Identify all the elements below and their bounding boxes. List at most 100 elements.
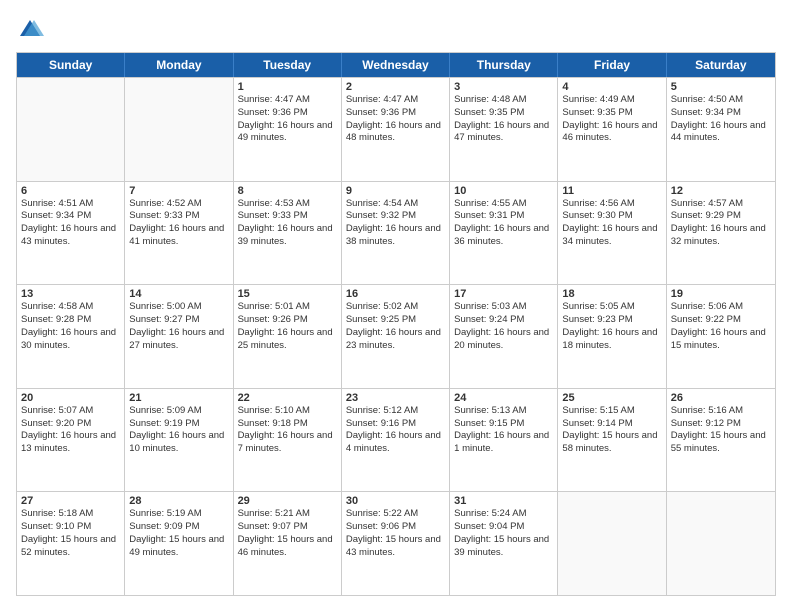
sunrise-line: Sunrise: 4:56 AM <box>562 198 661 211</box>
sunset-line: Sunset: 9:18 PM <box>238 418 337 431</box>
day-number: 14 <box>129 288 228 300</box>
sunset-line: Sunset: 9:16 PM <box>346 418 445 431</box>
calendar-header: SundayMondayTuesdayWednesdayThursdayFrid… <box>17 53 775 77</box>
sunrise-line: Sunrise: 4:57 AM <box>671 198 771 211</box>
calendar-row: 20Sunrise: 5:07 AMSunset: 9:20 PMDayligh… <box>17 388 775 492</box>
calendar-cell: 22Sunrise: 5:10 AMSunset: 9:18 PMDayligh… <box>234 389 342 492</box>
day-number: 24 <box>454 392 553 404</box>
daylight-line: Daylight: 16 hours and 46 minutes. <box>562 120 661 146</box>
sunrise-line: Sunrise: 5:21 AM <box>238 508 337 521</box>
daylight-line: Daylight: 16 hours and 38 minutes. <box>346 223 445 249</box>
header-day: Friday <box>558 53 666 77</box>
header-day: Sunday <box>17 53 125 77</box>
calendar-cell: 1Sunrise: 4:47 AMSunset: 9:36 PMDaylight… <box>234 78 342 181</box>
sunrise-line: Sunrise: 5:22 AM <box>346 508 445 521</box>
daylight-line: Daylight: 16 hours and 4 minutes. <box>346 430 445 456</box>
daylight-line: Daylight: 16 hours and 15 minutes. <box>671 327 771 353</box>
header-day: Monday <box>125 53 233 77</box>
daylight-line: Daylight: 16 hours and 47 minutes. <box>454 120 553 146</box>
sunrise-line: Sunrise: 4:58 AM <box>21 301 120 314</box>
sunset-line: Sunset: 9:22 PM <box>671 314 771 327</box>
day-number: 23 <box>346 392 445 404</box>
sunset-line: Sunset: 9:23 PM <box>562 314 661 327</box>
sunrise-line: Sunrise: 5:01 AM <box>238 301 337 314</box>
day-number: 22 <box>238 392 337 404</box>
calendar: SundayMondayTuesdayWednesdayThursdayFrid… <box>16 52 776 596</box>
sunset-line: Sunset: 9:36 PM <box>346 107 445 120</box>
sunset-line: Sunset: 9:06 PM <box>346 521 445 534</box>
sunrise-line: Sunrise: 4:55 AM <box>454 198 553 211</box>
sunrise-line: Sunrise: 5:13 AM <box>454 405 553 418</box>
day-number: 16 <box>346 288 445 300</box>
daylight-line: Daylight: 16 hours and 7 minutes. <box>238 430 337 456</box>
calendar-cell <box>125 78 233 181</box>
sunrise-line: Sunrise: 4:47 AM <box>238 94 337 107</box>
header-day: Thursday <box>450 53 558 77</box>
calendar-cell: 16Sunrise: 5:02 AMSunset: 9:25 PMDayligh… <box>342 285 450 388</box>
calendar-cell: 31Sunrise: 5:24 AMSunset: 9:04 PMDayligh… <box>450 492 558 595</box>
sunrise-line: Sunrise: 5:02 AM <box>346 301 445 314</box>
sunset-line: Sunset: 9:35 PM <box>562 107 661 120</box>
sunset-line: Sunset: 9:28 PM <box>21 314 120 327</box>
sunrise-line: Sunrise: 5:18 AM <box>21 508 120 521</box>
calendar-cell: 23Sunrise: 5:12 AMSunset: 9:16 PMDayligh… <box>342 389 450 492</box>
day-number: 31 <box>454 495 553 507</box>
calendar-body: 1Sunrise: 4:47 AMSunset: 9:36 PMDaylight… <box>17 77 775 595</box>
daylight-line: Daylight: 15 hours and 46 minutes. <box>238 534 337 560</box>
calendar-cell: 19Sunrise: 5:06 AMSunset: 9:22 PMDayligh… <box>667 285 775 388</box>
daylight-line: Daylight: 16 hours and 20 minutes. <box>454 327 553 353</box>
calendar-row: 13Sunrise: 4:58 AMSunset: 9:28 PMDayligh… <box>17 284 775 388</box>
calendar-row: 6Sunrise: 4:51 AMSunset: 9:34 PMDaylight… <box>17 181 775 285</box>
calendar-cell: 4Sunrise: 4:49 AMSunset: 9:35 PMDaylight… <box>558 78 666 181</box>
day-number: 25 <box>562 392 661 404</box>
sunset-line: Sunset: 9:31 PM <box>454 210 553 223</box>
sunset-line: Sunset: 9:32 PM <box>346 210 445 223</box>
sunrise-line: Sunrise: 4:50 AM <box>671 94 771 107</box>
sunrise-line: Sunrise: 4:54 AM <box>346 198 445 211</box>
daylight-line: Daylight: 16 hours and 18 minutes. <box>562 327 661 353</box>
sunrise-line: Sunrise: 5:24 AM <box>454 508 553 521</box>
sunrise-line: Sunrise: 4:52 AM <box>129 198 228 211</box>
sunset-line: Sunset: 9:35 PM <box>454 107 553 120</box>
day-number: 15 <box>238 288 337 300</box>
day-number: 1 <box>238 81 337 93</box>
daylight-line: Daylight: 16 hours and 10 minutes. <box>129 430 228 456</box>
daylight-line: Daylight: 16 hours and 44 minutes. <box>671 120 771 146</box>
sunrise-line: Sunrise: 4:47 AM <box>346 94 445 107</box>
day-number: 10 <box>454 185 553 197</box>
header-day: Saturday <box>667 53 775 77</box>
sunset-line: Sunset: 9:07 PM <box>238 521 337 534</box>
daylight-line: Daylight: 16 hours and 25 minutes. <box>238 327 337 353</box>
day-number: 26 <box>671 392 771 404</box>
day-number: 5 <box>671 81 771 93</box>
calendar-cell: 27Sunrise: 5:18 AMSunset: 9:10 PMDayligh… <box>17 492 125 595</box>
calendar-cell: 28Sunrise: 5:19 AMSunset: 9:09 PMDayligh… <box>125 492 233 595</box>
calendar-cell: 26Sunrise: 5:16 AMSunset: 9:12 PMDayligh… <box>667 389 775 492</box>
calendar-cell: 29Sunrise: 5:21 AMSunset: 9:07 PMDayligh… <box>234 492 342 595</box>
daylight-line: Daylight: 16 hours and 27 minutes. <box>129 327 228 353</box>
sunset-line: Sunset: 9:29 PM <box>671 210 771 223</box>
sunrise-line: Sunrise: 5:06 AM <box>671 301 771 314</box>
day-number: 6 <box>21 185 120 197</box>
calendar-cell: 11Sunrise: 4:56 AMSunset: 9:30 PMDayligh… <box>558 182 666 285</box>
daylight-line: Daylight: 16 hours and 23 minutes. <box>346 327 445 353</box>
sunset-line: Sunset: 9:33 PM <box>129 210 228 223</box>
day-number: 29 <box>238 495 337 507</box>
sunset-line: Sunset: 9:20 PM <box>21 418 120 431</box>
calendar-cell: 18Sunrise: 5:05 AMSunset: 9:23 PMDayligh… <box>558 285 666 388</box>
calendar-cell: 3Sunrise: 4:48 AMSunset: 9:35 PMDaylight… <box>450 78 558 181</box>
daylight-line: Daylight: 16 hours and 36 minutes. <box>454 223 553 249</box>
daylight-line: Daylight: 16 hours and 1 minute. <box>454 430 553 456</box>
sunrise-line: Sunrise: 4:48 AM <box>454 94 553 107</box>
daylight-line: Daylight: 16 hours and 30 minutes. <box>21 327 120 353</box>
page: SundayMondayTuesdayWednesdayThursdayFrid… <box>0 0 792 612</box>
sunrise-line: Sunrise: 5:12 AM <box>346 405 445 418</box>
sunset-line: Sunset: 9:25 PM <box>346 314 445 327</box>
day-number: 7 <box>129 185 228 197</box>
daylight-line: Daylight: 15 hours and 39 minutes. <box>454 534 553 560</box>
calendar-cell: 9Sunrise: 4:54 AMSunset: 9:32 PMDaylight… <box>342 182 450 285</box>
day-number: 21 <box>129 392 228 404</box>
calendar-cell: 17Sunrise: 5:03 AMSunset: 9:24 PMDayligh… <box>450 285 558 388</box>
sunset-line: Sunset: 9:14 PM <box>562 418 661 431</box>
sunset-line: Sunset: 9:30 PM <box>562 210 661 223</box>
